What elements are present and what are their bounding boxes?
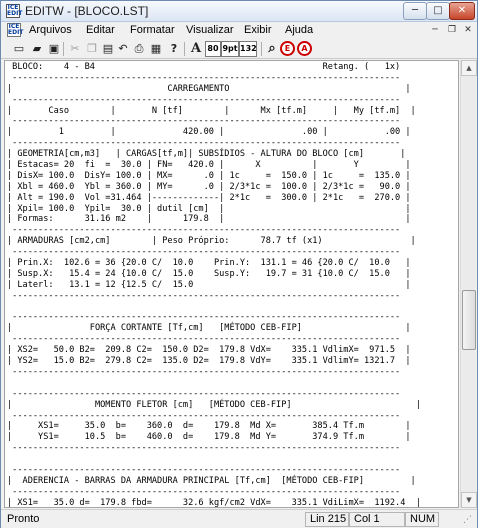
scroll-thumb[interactable] bbox=[462, 289, 476, 350]
editor-line: | YS1= 10.5 b= 460.0 d= 179.8 Md Y= 374.… bbox=[7, 432, 411, 443]
editor-line: | DisX= 100.0 DisY= 100.0 | MX= .0 | 1c … bbox=[7, 170, 411, 181]
menu-editar[interactable]: Editar bbox=[86, 24, 115, 36]
editor-line: ----------------------------------------… bbox=[7, 138, 401, 149]
menu-arquivos[interactable]: Arquivos bbox=[29, 24, 72, 36]
editor-content: BLOCO: 4 - B4 Retang. ( 1x) ------------… bbox=[7, 62, 421, 508]
editor-line: ----------------------------------------… bbox=[7, 72, 401, 83]
status-column-number: Col 1 bbox=[349, 512, 405, 527]
toolbar-separator bbox=[63, 42, 64, 56]
status-bar: Pronto Lin 215 Col 1 NUM ⋰ bbox=[1, 509, 477, 528]
save-icon[interactable]: ▣ bbox=[45, 40, 63, 58]
editor-line: ----------------------------------------… bbox=[7, 334, 401, 345]
editor-line: | CARREGAMENTO | bbox=[7, 83, 411, 94]
maximize-button[interactable]: □ bbox=[426, 2, 450, 20]
vertical-scrollbar[interactable]: ▲ ▼ bbox=[460, 60, 477, 508]
editor-line: | MOMENTO FLETOR [cm] [MÉTODO CEB-FIP] | bbox=[7, 399, 421, 410]
editor-line: | ADERENCIA - BARRAS DA ARMADURA PRINCIP… bbox=[7, 475, 416, 486]
circle-e-icon[interactable]: E bbox=[280, 41, 295, 56]
editor-line: | ARMADURAS [cm2,cm] | Peso Próprio: 78.… bbox=[7, 236, 416, 247]
col132-button[interactable]: 132 bbox=[239, 41, 257, 57]
editor-line: | FORÇA CORTANTE [Tf,cm] [MÉTODO CEB-FIP… bbox=[7, 323, 411, 334]
editor-line: | Formas: 31.16 m2 | 179.8 | | bbox=[7, 214, 411, 225]
mdi-restore-button[interactable]: ❐ bbox=[446, 25, 458, 36]
menu-bar: ICE EDIT Arquivos Editar Formatar Visual… bbox=[1, 22, 477, 39]
menu-visualizar[interactable]: Visualizar bbox=[186, 24, 234, 36]
editor-line: | XS1= 35.0 b= 360.0 d= 179.8 Md X= 385.… bbox=[7, 421, 411, 432]
editor-line: ----------------------------------------… bbox=[7, 290, 401, 301]
editor-line: | YS2= 15.0 B2= 279.8 C2= 135.0 D2= 179.… bbox=[7, 356, 411, 367]
editor-line: ----------------------------------------… bbox=[7, 312, 401, 323]
editor-line: ----------------------------------------… bbox=[7, 443, 401, 454]
resize-grip-icon[interactable]: ⋰ bbox=[463, 514, 475, 526]
editor-line: | Alt = 190.0 Vol =31.464 |-------------… bbox=[7, 192, 411, 203]
font-button[interactable]: A bbox=[187, 40, 205, 58]
editor-line: BLOCO: 4 - B4 Retang. ( 1x) bbox=[7, 62, 401, 72]
menu-formatar[interactable]: Formatar bbox=[130, 24, 175, 36]
title-bar[interactable]: ICE EDIT EDITW - [BLOCO.LST] ─ □ ✕ bbox=[1, 1, 477, 22]
find-icon[interactable]: ⌕ bbox=[263, 40, 281, 58]
cut-icon[interactable]: ✂ bbox=[66, 40, 84, 58]
editor-line: | XS2= 50.0 B2= 209.8 C2= 150.0 D2= 179.… bbox=[7, 345, 411, 356]
editor-line: ----------------------------------------… bbox=[7, 366, 401, 377]
editor-line: ----------------------------------------… bbox=[7, 464, 401, 475]
editor-line: | Estacas= 20 fi = 30.0 | FN= 420.0 | X … bbox=[7, 160, 411, 171]
open-folder-icon[interactable]: ▰ bbox=[28, 40, 46, 58]
editw-window: ICE EDIT EDITW - [BLOCO.LST] ─ □ ✕ ICE E… bbox=[0, 0, 478, 528]
col80-button[interactable]: 80 bbox=[205, 41, 221, 57]
status-line-number: Lin 215 bbox=[305, 512, 349, 527]
toolbar-separator bbox=[261, 42, 262, 56]
editor-line: | Susp.X: 15.4 = 24 {10.0 C/ 15.0 Susp.Y… bbox=[7, 268, 411, 279]
toolbar: ▭ ▰ ▣ ✂ ❐ ▤ ↶ ⎙ ▦ ? A 80 9pt 132 ⌕ E A bbox=[1, 39, 477, 59]
scroll-down-button[interactable]: ▼ bbox=[461, 492, 477, 508]
editor-line: ----------------------------------------… bbox=[7, 94, 401, 105]
help-icon[interactable]: ? bbox=[165, 40, 183, 58]
circle-a-icon[interactable]: A bbox=[297, 41, 312, 56]
editor-line: | Xpil= 100.0 Ypil= 30.0 | dutil [cm] | … bbox=[7, 203, 411, 214]
editor-line: | XS1= 35.0 d= 179.8 fbd= 32.6 kgf/cm2 V… bbox=[7, 497, 421, 508]
app-icon[interactable]: ICE EDIT bbox=[6, 4, 22, 18]
editor-line: | Prin.X: 102.6 = 36 {20.0 C/ 10.0 Prin.… bbox=[7, 258, 411, 269]
status-message: Pronto bbox=[7, 513, 40, 525]
editor-line: ----------------------------------------… bbox=[7, 486, 401, 497]
editor-line: ----------------------------------------… bbox=[7, 116, 401, 127]
status-num-lock: NUM bbox=[405, 512, 439, 527]
print-icon[interactable]: ⎙ bbox=[130, 40, 148, 58]
scroll-up-button[interactable]: ▲ bbox=[461, 60, 477, 76]
editor-line: | Caso | N [tf] | Mx [tf.m] | My [tf.m] … bbox=[7, 105, 416, 116]
menu-exibir[interactable]: Exibir bbox=[244, 24, 272, 36]
mdi-minimize-button[interactable]: ─ bbox=[429, 25, 441, 36]
window-title: EDITW - [BLOCO.LST] bbox=[25, 4, 149, 18]
editor-line: ----------------------------------------… bbox=[7, 410, 401, 421]
mdi-close-button[interactable]: ✕ bbox=[462, 25, 474, 36]
document-icon[interactable]: ICE EDIT bbox=[7, 23, 23, 37]
editor-line: | 1 | 420.00 | .00 | .00 | bbox=[7, 127, 411, 138]
editor-line: ----------------------------------------… bbox=[7, 247, 401, 258]
editor-line: | Laterl: 13.1 = 12 {12.5 C/ 15.0 | bbox=[7, 279, 411, 290]
lock-icon[interactable]: ▦ bbox=[147, 40, 165, 58]
new-file-icon[interactable]: ▭ bbox=[10, 40, 28, 58]
toolbar-separator bbox=[184, 42, 185, 56]
text-editor[interactable]: BLOCO: 4 - B4 Retang. ( 1x) ------------… bbox=[4, 60, 459, 508]
menu-ajuda[interactable]: Ajuda bbox=[285, 24, 313, 36]
editor-line: ----------------------------------------… bbox=[7, 388, 401, 399]
font-9pt-button[interactable]: 9pt bbox=[221, 41, 239, 57]
editor-line: | GEOMETRIA[cm,m3] | CARGAS[tf,m]| SUBSÍ… bbox=[7, 149, 406, 160]
editor-line: ----------------------------------------… bbox=[7, 225, 401, 236]
minimize-button[interactable]: ─ bbox=[403, 2, 427, 20]
close-button[interactable]: ✕ bbox=[449, 2, 475, 20]
editor-line: | Xbl = 460.0 Ybl = 360.0 | MY= .0 | 2/3… bbox=[7, 181, 411, 192]
